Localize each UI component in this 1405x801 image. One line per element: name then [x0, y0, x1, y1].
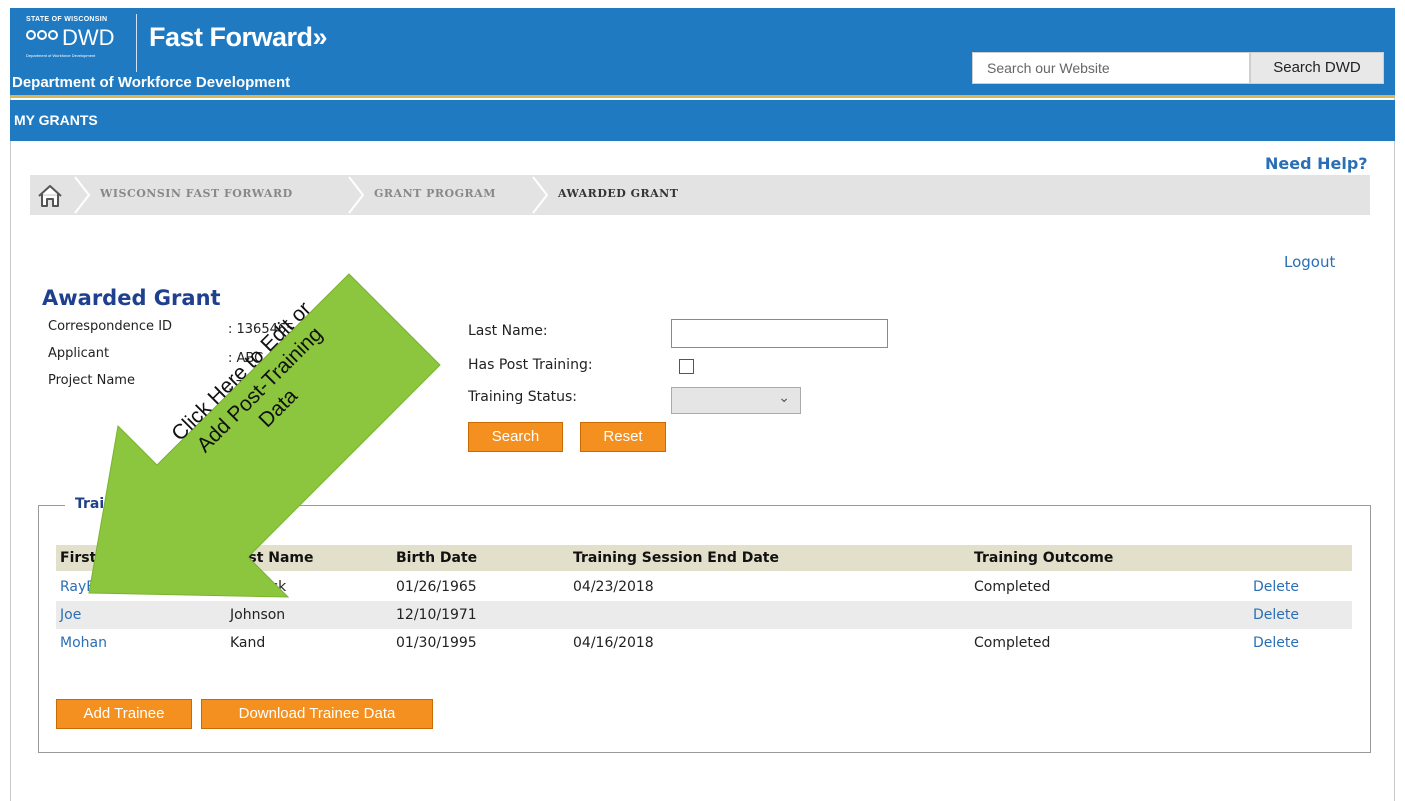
trainee-birth-date: 01/30/1995 [396, 635, 477, 651]
search-button[interactable]: Search [468, 422, 563, 452]
fast-forward-logo: Fast Forward» [149, 22, 328, 53]
trainee-end-date: 04/23/2018 [573, 579, 654, 595]
column-training-end-date[interactable]: Training Session End Date [573, 550, 779, 566]
column-last-name[interactable]: Last Name [230, 550, 314, 566]
breadcrumb-item-grant-program[interactable]: GRANT PROGRAM [374, 187, 496, 200]
post-training-label: Has Post Training: [468, 357, 593, 373]
breadcrumb-item-awarded-grant: AWARDED GRANT [558, 187, 679, 200]
reset-button[interactable]: Reset [580, 422, 666, 452]
breadcrumb: WISCONSIN FAST FORWARD GRANT PROGRAM AWA… [30, 175, 1370, 215]
trainee-birth-date: 01/26/1965 [396, 579, 477, 595]
page-title: Awarded Grant [42, 286, 221, 310]
column-training-outcome[interactable]: Training Outcome [974, 550, 1113, 566]
dwd-circles-icon [26, 30, 58, 40]
dwd-label: DWD [62, 25, 115, 50]
double-chevron-icon: » [312, 22, 328, 52]
dwd-logo[interactable]: STATE OF WISCONSIN DWD Department of Wor… [16, 14, 416, 74]
trainee-first-name-link[interactable]: Mohan [60, 635, 107, 651]
breadcrumb-separator-icon [74, 176, 90, 214]
nav-bar: MY GRANTS [10, 100, 1395, 141]
department-name: Department of Workforce Development [12, 74, 291, 91]
trainee-birth-date: 12/10/1971 [396, 607, 477, 623]
download-trainee-data-button[interactable]: Download Trainee Data [201, 699, 433, 729]
site-search-input[interactable]: Search our Website [972, 52, 1250, 84]
breadcrumb-separator-icon [532, 176, 548, 214]
trainee-last-name: Kand [230, 635, 266, 651]
home-icon[interactable] [36, 183, 64, 209]
delete-link[interactable]: Delete [1253, 579, 1299, 595]
delete-link[interactable]: Delete [1253, 607, 1299, 623]
table-row: Mohan Kand 01/30/1995 04/16/2018 Complet… [56, 629, 1352, 657]
column-birth-date[interactable]: Birth Date [396, 550, 477, 566]
search-dwd-button[interactable]: Search DWD [1250, 52, 1384, 84]
header-divider [10, 95, 1395, 98]
trainee-first-name-link[interactable]: Joe [60, 607, 81, 623]
add-trainee-button[interactable]: Add Trainee [56, 699, 192, 729]
state-label: STATE OF WISCONSIN [26, 16, 108, 23]
table-row: RayBob Hanlock 01/26/1965 04/23/2018 Com… [56, 573, 1352, 601]
need-help-link[interactable]: Need Help? [1265, 154, 1368, 173]
logo-divider [136, 14, 137, 72]
applicant-label: Applicant [48, 346, 110, 361]
delete-link[interactable]: Delete [1253, 635, 1299, 651]
dwd-subtext: Department of Workforce Development [26, 53, 96, 58]
logout-link[interactable]: Logout [1284, 253, 1335, 271]
last-name-input[interactable] [671, 319, 888, 348]
training-status-select[interactable]: ⌄ [671, 387, 801, 414]
trainee-first-name-link[interactable]: RayBob [60, 579, 113, 595]
trainee-outcome: Completed [974, 579, 1051, 595]
correspondence-id-label: Correspondence ID [48, 319, 173, 334]
trainee-end-date: 04/16/2018 [573, 635, 654, 651]
trainee-last-name: Hanlock [230, 579, 287, 595]
post-training-checkbox[interactable] [679, 359, 694, 374]
program-name: Fast Forward [149, 22, 313, 52]
training-status-label: Training Status: [468, 389, 578, 405]
trainees-legend: Trainees [65, 496, 152, 512]
last-name-label: Last Name: [468, 323, 548, 339]
chevron-down-icon: ⌄ [778, 390, 790, 406]
nav-title[interactable]: MY GRANTS [14, 112, 98, 128]
trainee-last-name: Johnson [230, 607, 286, 623]
breadcrumb-separator-icon [348, 176, 364, 214]
project-name-label: Project Name [48, 373, 135, 388]
trainee-outcome: Completed [974, 635, 1051, 651]
column-first-name[interactable]: First Name [60, 550, 146, 566]
breadcrumb-item-fast-forward[interactable]: WISCONSIN FAST FORWARD [100, 187, 293, 200]
trainee-table-header: First Name Last Name Birth Date Training… [56, 545, 1352, 571]
table-row: Joe Johnson 12/10/1971 Delete [56, 601, 1352, 629]
